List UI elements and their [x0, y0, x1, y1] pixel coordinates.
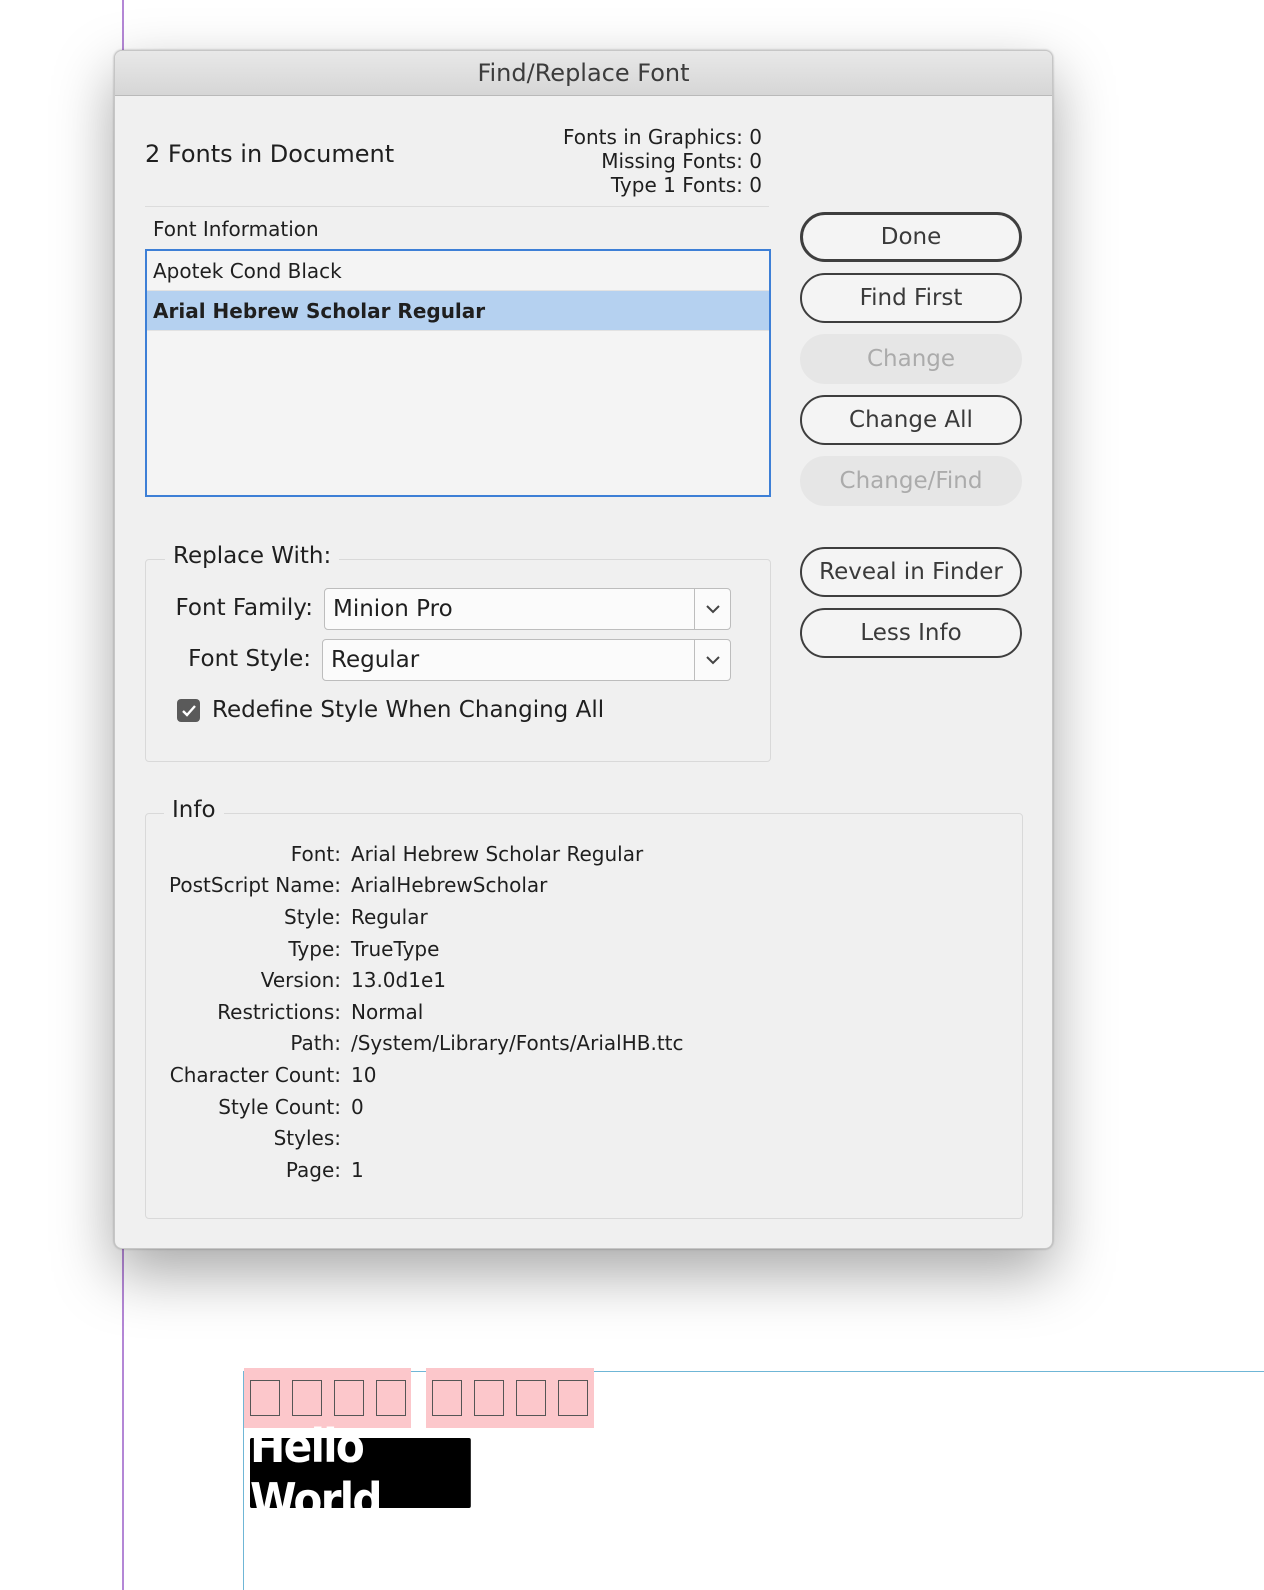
font-list-item-selected[interactable]: Arial Hebrew Scholar Regular: [147, 291, 769, 331]
fonts-in-document-count: 2 Fonts in Document: [145, 140, 395, 168]
missing-glyph-box: [432, 1380, 462, 1416]
missing-glyph-box: [250, 1380, 280, 1416]
find-replace-font-dialog: Find/Replace Font 2 Fonts in Document Fo…: [114, 50, 1053, 1249]
info-key: Type:: [288, 936, 341, 961]
stat-missing-fonts: Missing Fonts: 0: [601, 149, 762, 173]
font-family-value: Minion Pro: [333, 596, 453, 622]
info-row-version: Version: 13.0d1e1: [145, 964, 684, 996]
font-style-value: Regular: [331, 647, 420, 673]
info-row-restrictions: Restrictions: Normal: [145, 996, 684, 1028]
info-key: Version:: [260, 968, 341, 993]
info-key: Font:: [290, 841, 341, 866]
info-key: Restrictions:: [217, 999, 341, 1024]
font-list-item[interactable]: Apotek Cond Black: [147, 251, 769, 291]
reveal-in-finder-button[interactable]: Reveal in Finder: [800, 547, 1022, 597]
info-key: Style:: [284, 904, 341, 929]
info-value: /System/Library/Fonts/ArialHB.ttc: [351, 1031, 684, 1056]
missing-glyph-box: [292, 1380, 322, 1416]
info-row-postscript-name: PostScript Name: ArialHebrewScholar: [145, 870, 684, 902]
dialog-title: Find/Replace Font: [477, 59, 690, 87]
font-style-select[interactable]: Regular: [322, 639, 731, 681]
missing-glyph-box: [376, 1380, 406, 1416]
info-row-path: Path: /System/Library/Fonts/ArialHB.ttc: [145, 1028, 684, 1060]
less-info-button[interactable]: Less Info: [800, 608, 1022, 658]
info-row-style-count: Style Count: 0: [145, 1091, 684, 1123]
font-family-select[interactable]: Minion Pro: [324, 588, 731, 630]
info-key: PostScript Name:: [169, 873, 341, 898]
info-key: Page:: [285, 1157, 341, 1182]
info-value: TrueType: [351, 936, 440, 961]
redefine-style-option[interactable]: Redefine Style When Changing All: [177, 697, 604, 723]
info-value: ArialHebrewScholar: [351, 873, 548, 898]
info-key: Character Count:: [169, 1062, 341, 1087]
font-style-label: Font Style:: [188, 646, 311, 672]
info-value: Regular: [351, 904, 428, 929]
done-button[interactable]: Done: [800, 212, 1022, 262]
dialog-titlebar[interactable]: Find/Replace Font: [115, 51, 1052, 96]
find-first-button[interactable]: Find First: [800, 273, 1022, 323]
missing-glyph-box: [558, 1380, 588, 1416]
replace-with-legend: Replace With:: [165, 543, 340, 569]
info-row-type: Type: TrueType: [145, 933, 684, 965]
font-family-label: Font Family:: [175, 595, 313, 621]
info-value: 1: [351, 1157, 364, 1182]
stat-type1-fonts: Type 1 Fonts: 0: [610, 173, 762, 197]
info-row-page: Page: 1: [145, 1154, 684, 1186]
info-details: Font: Arial Hebrew Scholar Regular PostSc…: [145, 838, 684, 1186]
info-key: Styles:: [273, 1126, 341, 1151]
missing-glyph-box: [334, 1380, 364, 1416]
change-all-button[interactable]: Change All: [800, 395, 1022, 445]
info-key: Style Count:: [218, 1094, 341, 1119]
info-row-style: Style: Regular: [145, 901, 684, 933]
info-value: 10: [351, 1062, 377, 1087]
checkmark-icon: [181, 704, 196, 717]
chevron-down-icon[interactable]: [694, 640, 730, 680]
hello-world-text-frame[interactable]: Hello World: [250, 1419, 471, 1527]
info-row-font: Font: Arial Hebrew Scholar Regular: [145, 838, 684, 870]
info-legend: Info: [164, 797, 224, 823]
missing-glyph-box: [516, 1380, 546, 1416]
divider: [145, 206, 769, 207]
info-row-styles: Styles:: [145, 1122, 684, 1154]
info-key: Path:: [290, 1031, 341, 1056]
font-stats: Fonts in Graphics: 0 Missing Fonts: 0 Ty…: [563, 125, 762, 197]
info-row-character-count: Character Count: 10: [145, 1059, 684, 1091]
change-find-button[interactable]: Change/Find: [800, 456, 1022, 506]
info-value: 13.0d1e1: [351, 968, 446, 993]
font-list[interactable]: Apotek Cond Black Arial Hebrew Scholar R…: [145, 249, 771, 497]
change-button[interactable]: Change: [800, 334, 1022, 384]
redefine-style-label: Redefine Style When Changing All: [212, 697, 605, 723]
info-value: 0: [351, 1094, 364, 1119]
chevron-down-icon[interactable]: [694, 589, 730, 629]
redefine-style-checkbox[interactable]: [177, 698, 200, 722]
info-value: Normal: [351, 999, 424, 1024]
stat-fonts-in-graphics: Fonts in Graphics: 0: [562, 125, 762, 149]
font-information-label: Font Information: [153, 217, 319, 241]
info-value: Arial Hebrew Scholar Regular: [351, 841, 644, 866]
missing-glyph-box: [474, 1380, 504, 1416]
